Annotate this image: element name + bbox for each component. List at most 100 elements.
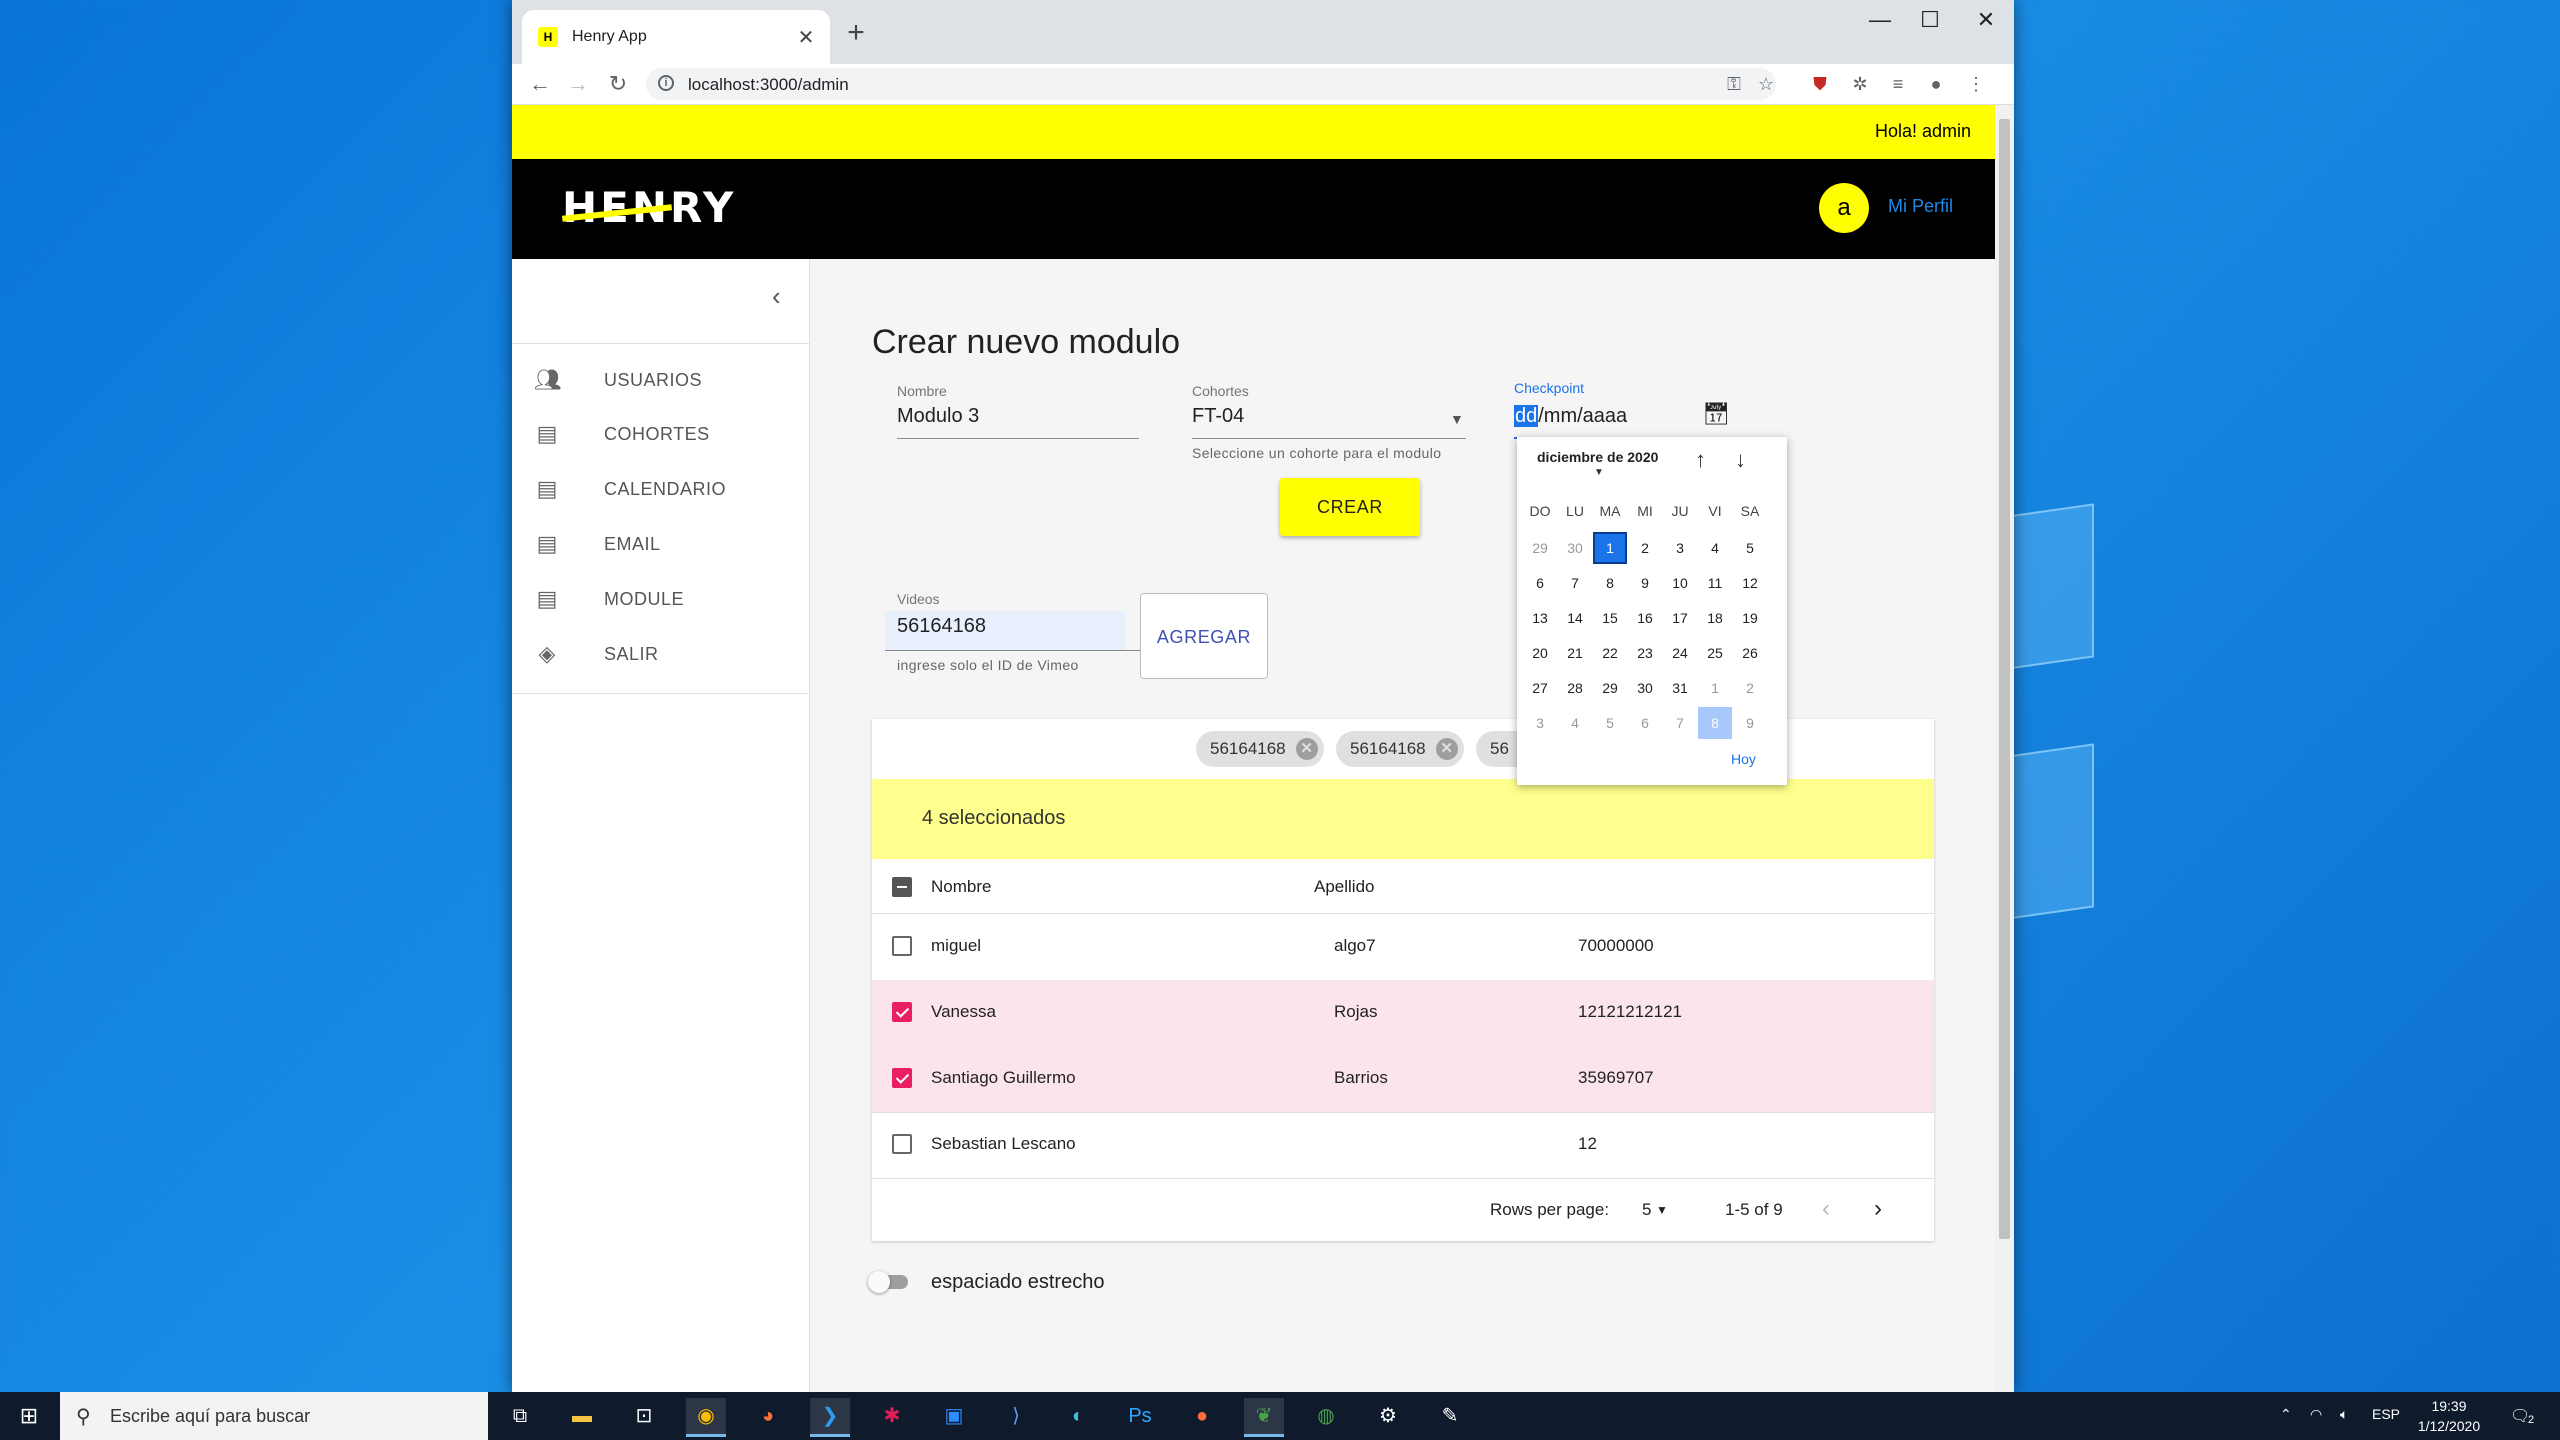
firefox-icon[interactable]: ◕ — [748, 1398, 788, 1434]
sidebar-item-email[interactable]: ▤ EMAIL — [512, 517, 809, 571]
calendar-day[interactable]: 9 — [1733, 707, 1767, 739]
calendar-day[interactable]: 22 — [1593, 637, 1627, 669]
forward-icon[interactable]: → — [562, 68, 594, 100]
calendar-day[interactable]: 2 — [1733, 672, 1767, 704]
calendar-day[interactable]: 16 — [1628, 602, 1662, 634]
calendar-day[interactable]: 7 — [1558, 567, 1592, 599]
profile-link[interactable]: Mi Perfil — [1888, 196, 1953, 217]
chip-close-icon[interactable]: ✕ — [1295, 738, 1318, 760]
maximize-button[interactable]: ☐ — [1902, 0, 1958, 40]
address-bar[interactable]: i localhost:3000/admin ⚿ ☆ — [646, 68, 1776, 100]
calendar-day[interactable]: 6 — [1523, 567, 1557, 599]
task-view-icon[interactable]: ⧉ — [500, 1398, 540, 1434]
reload-icon[interactable]: ↻ — [602, 68, 634, 100]
row-checkbox[interactable] — [892, 936, 912, 956]
chevron-up-icon[interactable]: ⌃ — [2280, 1406, 2292, 1423]
new-tab-button[interactable]: + — [836, 14, 876, 54]
zoom-icon[interactable]: ▣ — [934, 1398, 974, 1434]
calendar-day[interactable]: 14 — [1558, 602, 1592, 634]
menu-kebab-icon[interactable]: ⋮ — [1962, 70, 1990, 98]
calendar-day[interactable]: 18 — [1698, 602, 1732, 634]
extensions-icon[interactable]: ✲ — [1846, 70, 1874, 98]
sidebar-item-calendario[interactable]: ▤ CALENDARIO — [512, 462, 809, 516]
calendar-day[interactable]: 3 — [1663, 532, 1697, 564]
edge-icon[interactable]: ◐ — [1058, 1398, 1098, 1434]
postman-icon[interactable]: ● — [1182, 1398, 1222, 1434]
calendar-day[interactable]: 9 — [1628, 567, 1662, 599]
ublock-icon[interactable]: ⛊ — [1806, 70, 1834, 98]
scroll-thumb[interactable] — [1999, 119, 2010, 1239]
cohortes-select[interactable]: FT-04 — [1192, 405, 1244, 428]
sidebar-item-usuarios[interactable]: 👥︎ USUARIOS — [512, 353, 809, 407]
calendar-day[interactable]: 29 — [1523, 532, 1557, 564]
calendar-day[interactable]: 12 — [1733, 567, 1767, 599]
mongodb-compass-icon[interactable]: ◍ — [1306, 1398, 1346, 1434]
chevron-left-icon[interactable]: ‹ — [772, 281, 781, 312]
calendar-day[interactable]: 10 — [1663, 567, 1697, 599]
calendar-day[interactable]: 30 — [1558, 532, 1592, 564]
next-page-icon[interactable]: › — [1874, 1195, 1882, 1223]
calendar-day[interactable]: 5 — [1733, 532, 1767, 564]
calendar-day[interactable]: 28 — [1558, 672, 1592, 704]
calendar-day[interactable]: 27 — [1523, 672, 1557, 704]
calendar-day[interactable]: 24 — [1663, 637, 1697, 669]
profile-avatar-icon[interactable]: ● — [1922, 70, 1950, 98]
windows-start-icon[interactable]: ⊞ — [0, 1392, 58, 1440]
nombre-field[interactable]: Modulo 3 — [897, 405, 979, 428]
taskbar-search[interactable]: ⚲ Escribe aquí para buscar — [60, 1392, 488, 1440]
tab-close-icon[interactable]: ✕ — [794, 25, 818, 50]
back-icon[interactable]: ← — [524, 68, 556, 100]
crear-button[interactable]: CREAR — [1280, 478, 1420, 536]
today-button[interactable]: Hoy — [1731, 751, 1756, 767]
photoshop-icon[interactable]: Ps — [1120, 1398, 1160, 1434]
sidebar-item-salir[interactable]: ◈ SALIR — [512, 627, 809, 681]
page-scrollbar[interactable] — [1995, 105, 2014, 1392]
volume-icon[interactable]: 🔈︎ — [2340, 1406, 2348, 1423]
sidebar-item-module[interactable]: ▤ MODULE — [512, 572, 809, 626]
calendar-day[interactable]: 17 — [1663, 602, 1697, 634]
row-checkbox[interactable] — [892, 1002, 912, 1022]
arrow-up-icon[interactable]: ↑ — [1695, 447, 1706, 473]
calendar-day[interactable]: 8 — [1698, 707, 1732, 739]
calendar-day[interactable]: 20 — [1523, 637, 1557, 669]
header-nombre[interactable]: Nombre — [931, 877, 991, 897]
table-row[interactable]: miguel algo7 70000000 — [872, 914, 1934, 981]
calendar-day[interactable]: 21 — [1558, 637, 1592, 669]
checkpoint-date-input[interactable]: dd/mm/aaaa — [1514, 405, 1627, 428]
table-row[interactable]: Santiago Guillermo Barrios 35969707 — [872, 1046, 1934, 1113]
caret-down-icon[interactable]: ▼ — [1594, 467, 1604, 478]
terminal-icon[interactable]: ⟩ — [996, 1398, 1036, 1434]
calendar-day[interactable]: 25 — [1698, 637, 1732, 669]
browser-tab[interactable]: H Henry App ✕ — [522, 10, 830, 64]
prev-page-icon[interactable]: ‹ — [1822, 1195, 1830, 1223]
table-row[interactable]: Vanessa Rojas 12121212121 — [872, 980, 1934, 1047]
search-placeholder[interactable]: Escribe aquí para buscar — [110, 1406, 310, 1427]
calendar-day[interactable]: 31 — [1663, 672, 1697, 704]
video-chip[interactable]: 56164168 ✕ — [1336, 731, 1464, 767]
star-icon[interactable]: ☆ — [1752, 70, 1780, 98]
calendar-day[interactable]: 1 — [1593, 532, 1627, 564]
header-apellido[interactable]: Apellido — [1314, 877, 1375, 897]
calendar-day[interactable]: 26 — [1733, 637, 1767, 669]
file-explorer-icon[interactable]: ▬ — [562, 1398, 602, 1434]
site-info-icon[interactable]: i — [658, 75, 674, 91]
calendar-day[interactable]: 2 — [1628, 532, 1662, 564]
sidebar-item-cohortes[interactable]: ▤ COHORTES — [512, 407, 809, 461]
calendar-day[interactable]: 19 — [1733, 602, 1767, 634]
datepicker-month[interactable]: diciembre de 2020 — [1537, 449, 1658, 465]
agregar-button[interactable]: AGREGAR — [1140, 593, 1268, 679]
calendar-day[interactable]: 13 — [1523, 602, 1557, 634]
calendar-day[interactable]: 7 — [1663, 707, 1697, 739]
url-text[interactable]: localhost:3000/admin — [688, 75, 849, 95]
calendar-day[interactable]: 11 — [1698, 567, 1732, 599]
dense-toggle-switch[interactable] — [868, 1271, 890, 1293]
calendar-day[interactable]: 23 — [1628, 637, 1662, 669]
language-indicator[interactable]: ESP — [2372, 1406, 2400, 1422]
date-rest-segment[interactable]: /mm/aaaa — [1538, 405, 1627, 427]
taskbar-clock[interactable]: 19:39 1/12/2020 — [2404, 1396, 2494, 1436]
store-icon[interactable]: ⊡ — [624, 1398, 664, 1434]
minimize-button[interactable]: — — [1852, 0, 1908, 40]
calendar-day[interactable]: 5 — [1593, 707, 1627, 739]
mongodb-icon[interactable]: ❦ — [1244, 1398, 1284, 1437]
video-chip[interactable]: 56164168 ✕ — [1196, 731, 1324, 767]
